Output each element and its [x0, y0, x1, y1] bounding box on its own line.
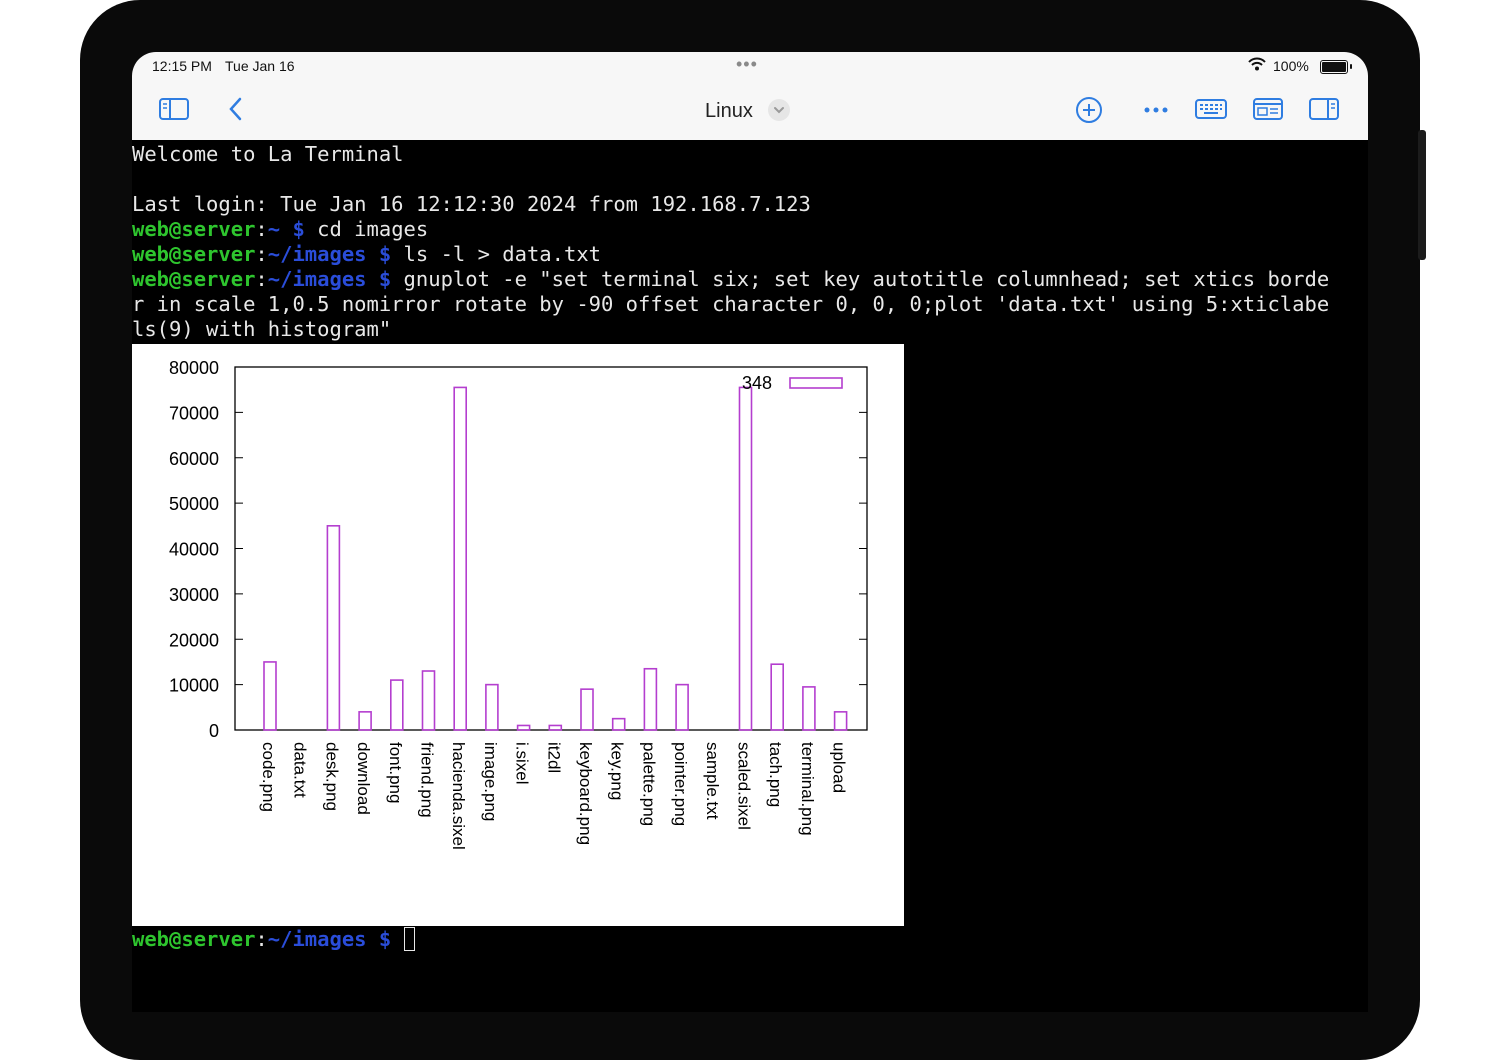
histogram-bar [738, 386, 753, 731]
status-time: 12:15 PM [152, 58, 212, 74]
histogram-bar [326, 525, 341, 731]
command-text: ls -l > data.txt [391, 242, 602, 266]
x-tick-label: scaled.sixel [735, 742, 754, 830]
x-tick-label: image.png [481, 742, 500, 821]
add-circle-icon[interactable] [1074, 96, 1104, 131]
legend-swatch [789, 377, 843, 389]
prompt-path: ~ [267, 217, 281, 241]
prompt-dollar: $ [292, 217, 305, 241]
command-text: cd images [304, 217, 429, 241]
x-tick-label: it2dl [544, 742, 563, 773]
sixel-plot: 0 10000 20000 30000 40000 50000 60000 70000 8000… [132, 344, 904, 926]
y-tick-label: 10000 [169, 676, 219, 696]
histogram-bar [453, 386, 468, 731]
x-tick-label: terminal.png [798, 742, 817, 836]
y-tick-label: 30000 [169, 585, 219, 605]
inspector-icon[interactable] [1308, 96, 1340, 127]
x-tick-label: upload [830, 742, 849, 793]
x-tick-label: palette.png [639, 742, 658, 826]
terminal-cursor[interactable] [403, 927, 415, 951]
x-tick-label: data.txt [291, 742, 310, 798]
prompt-dollar: $ [378, 927, 392, 951]
last-login-line: Last login: Tue Jan 16 12:12:30 2024 fro… [132, 192, 811, 216]
y-tick-label: 40000 [169, 540, 219, 560]
battery-icon [1320, 60, 1352, 74]
back-chevron-icon[interactable] [226, 96, 246, 127]
histogram-bar [421, 670, 436, 731]
legend-label: 348 [742, 373, 772, 393]
prompt-sep: : [255, 242, 268, 266]
histogram-bar [802, 686, 816, 731]
prompt-user: web@server [132, 242, 256, 266]
x-tick-label: desk.png [322, 742, 341, 811]
multitasking-dots-icon[interactable]: ••• [736, 54, 758, 75]
terminal[interactable]: Welcome to La Terminal Last login: Tue J… [132, 140, 1368, 1012]
histogram-bar [548, 724, 563, 731]
command-continuation: ls(9) with histogram" [132, 317, 392, 341]
screen: 12:15 PM Tue Jan 16 ••• 100% Linux Welco… [132, 52, 1368, 1012]
x-tick-label: code.png [259, 742, 278, 812]
more-icon[interactable] [1142, 98, 1172, 127]
prompt-path: ~/images [267, 242, 367, 266]
y-tick-label: 0 [209, 721, 219, 741]
plot-border [234, 366, 868, 731]
prompt-sep: : [255, 927, 268, 951]
histogram-bar [643, 667, 658, 731]
x-tick-label: key.png [608, 742, 627, 800]
prompt-user: web@server [132, 267, 256, 291]
x-tick-label: keyboard.png [576, 742, 595, 845]
battery-percent: 100% [1273, 58, 1309, 74]
histogram-bar [358, 711, 372, 731]
command-line: web@server:~/images $ [132, 927, 415, 952]
x-tick-label: download [354, 742, 373, 815]
welcome-line: Welcome to La Terminal [132, 142, 404, 166]
y-tick-label: 20000 [169, 630, 219, 650]
command-continuation: r in scale 1,0.5 nomirror rotate by -90 … [132, 292, 1330, 316]
prompt-dollar: $ [378, 267, 392, 291]
histogram-bar [675, 683, 689, 731]
prompt-sep: : [255, 217, 268, 241]
prompt-sep: : [255, 267, 268, 291]
histogram-bar [516, 724, 531, 731]
prompt-path: ~/images [267, 267, 367, 291]
window-icon[interactable] [1252, 96, 1284, 127]
y-tick-label: 50000 [169, 494, 219, 514]
window-title[interactable]: Linux [705, 100, 753, 123]
command-line: web@server:~ $ cd images [132, 217, 428, 242]
x-tick-label: tach.png [766, 742, 785, 807]
y-tick-label: 60000 [169, 449, 219, 469]
command-line: web@server:~/images $ ls -l > data.txt [132, 242, 601, 267]
histogram-bar [263, 661, 277, 731]
title-menu-chevron-icon[interactable] [768, 99, 790, 121]
histogram-bar [833, 711, 848, 731]
prompt-path: ~/images [267, 927, 367, 951]
command-text: gnuplot -e "set terminal six; set key au… [391, 267, 1330, 291]
prompt-user: web@server [132, 217, 256, 241]
keyboard-icon[interactable] [1194, 96, 1228, 127]
wifi-icon [1248, 57, 1266, 76]
histogram-chart: 0 10000 20000 30000 40000 50000 60000 70000 8000… [169, 358, 868, 850]
side-button [1418, 130, 1426, 260]
x-tick-label: i.sixel [513, 742, 532, 785]
command-line: web@server:~/images $ gnuplot -e "set te… [132, 267, 1329, 292]
histogram-bar [770, 663, 785, 731]
prompt-dollar: $ [378, 242, 392, 266]
x-tick-label: friend.png [418, 742, 437, 818]
histogram-bar [485, 683, 499, 731]
x-tick-label: font.png [386, 742, 405, 803]
histogram-bar [389, 679, 404, 731]
status-date: Tue Jan 16 [225, 58, 295, 74]
status-bar: 12:15 PM Tue Jan 16 ••• 100% [132, 52, 1368, 84]
histogram-bar [611, 717, 626, 731]
x-tick-label: hacienda.sixel [449, 742, 468, 850]
histogram-bar [580, 688, 594, 731]
x-tick-label: pointer.png [671, 742, 690, 826]
x-tick-label: sample.txt [703, 742, 722, 820]
prompt-user: web@server [132, 927, 256, 951]
y-tick-label: 80000 [169, 358, 219, 378]
toolbar: Linux [132, 84, 1368, 140]
sidebar-icon[interactable] [158, 96, 190, 127]
y-tick-label: 70000 [169, 403, 219, 423]
